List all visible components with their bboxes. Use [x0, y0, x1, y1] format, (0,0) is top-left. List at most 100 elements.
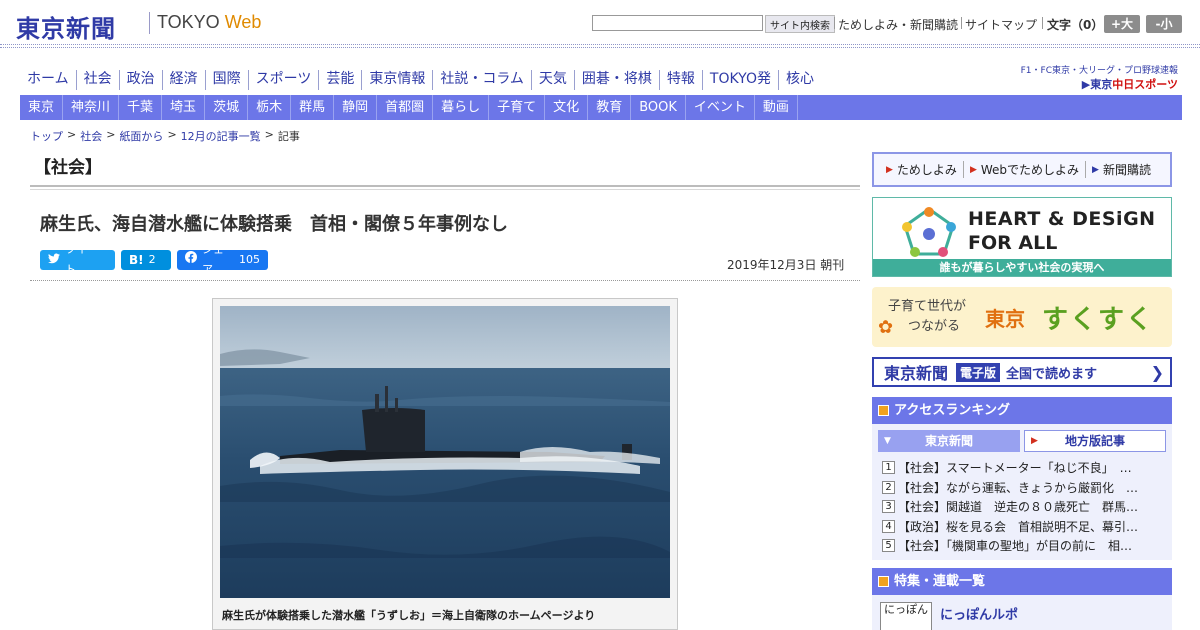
breadcrumb-current: 記事: [277, 130, 300, 143]
font-larger-button[interactable]: +大: [1104, 15, 1140, 33]
hatena-bookmark-button[interactable]: B! 2: [121, 250, 171, 270]
tokyo-web-logo[interactable]: TOKYO Web: [157, 12, 261, 33]
heart-design-logo-icon: [902, 207, 956, 257]
nav-tokyo-info[interactable]: 東京情報: [361, 70, 432, 90]
publish-date: 2019年12月3日 朝刊: [727, 258, 845, 272]
site-logo[interactable]: 東京新聞: [16, 9, 116, 44]
nav-go-shogi[interactable]: 囲碁・将棋: [573, 70, 659, 90]
breadcrumb-december-list[interactable]: 12月の記事一覧: [181, 128, 261, 144]
breadcrumb-separator: >: [167, 128, 177, 141]
region-video[interactable]: 動画: [755, 95, 798, 120]
region-book[interactable]: BOOK: [631, 95, 686, 120]
site-search-button[interactable]: サイト内検索: [765, 15, 835, 33]
chunichi-sports-link[interactable]: F1・FC東京・大リーグ・プロ野球速報 ▶東京中日スポーツ: [1018, 63, 1178, 91]
sukusuku-subtitle: 子育て世代が: [888, 299, 967, 314]
breadcrumb-society[interactable]: 社会: [80, 128, 102, 144]
region-kosodate[interactable]: 子育て: [489, 95, 546, 120]
nav-international[interactable]: 国際: [204, 70, 248, 90]
sidebar-link-trial[interactable]: ▶ ためしよみ: [880, 161, 964, 178]
features-series-title: 特集・連載一覧: [894, 574, 986, 589]
nav-politics[interactable]: 政治: [118, 70, 162, 90]
region-kurashi[interactable]: 暮らし: [433, 95, 490, 120]
ranking-item-text: 【社会】スマートメーター「ねじ不良」 …: [898, 461, 1132, 476]
ranking-tab-tokyo[interactable]: ▼ 東京新聞: [878, 430, 1020, 452]
sports-ad-subtitle: F1・FC東京・大リーグ・プロ野球速報: [1020, 66, 1178, 76]
nav-society[interactable]: 社会: [75, 70, 119, 90]
region-saitama[interactable]: 埼玉: [162, 95, 206, 120]
ranking-item[interactable]: 3 【社会】関越道 逆走の８０歳死亡 群馬…: [882, 497, 1166, 517]
breadcrumb-separator: >: [264, 128, 274, 141]
submarine-photo[interactable]: [220, 306, 670, 598]
ranking-item[interactable]: 5 【社会】「機関車の聖地」が目の前に 相…: [882, 536, 1166, 556]
region-chiba[interactable]: 千葉: [119, 95, 163, 120]
features-series-header: 特集・連載一覧: [872, 568, 1172, 595]
logo-en-web: Web: [224, 12, 262, 32]
article-title: 麻生氏、海自潜水艦に体験搭乗 首相・閣僚５年事例なし: [40, 214, 508, 235]
sidebar-link-web-trial[interactable]: ▶ Webでためしよみ: [964, 161, 1087, 178]
region-kyoiku[interactable]: 教育: [588, 95, 632, 120]
region-tokyo[interactable]: 東京: [20, 95, 64, 120]
rank-number: 1: [882, 461, 895, 475]
ranking-item[interactable]: 2 【社会】ながら運転、きょうから厳罰化 …: [882, 478, 1166, 498]
sidebar-subscribe-links: ▶ ためしよみ ▶ Webでためしよみ ▶ 新聞購読: [872, 152, 1172, 187]
sidebar-link-subscribe[interactable]: ▶ 新聞購読: [1086, 161, 1157, 178]
triangle-right-icon: ▶: [1092, 164, 1099, 175]
font-smaller-button[interactable]: -小: [1146, 15, 1182, 33]
breadcrumb-from-paper[interactable]: 紙面から: [119, 128, 163, 144]
article-dotted-rule: [30, 280, 860, 281]
nav-tokyo-hatsu[interactable]: TOKYO発: [701, 70, 778, 90]
heart-design-banner[interactable]: HEART & DESiGN FOR ALL 誰もが暮らしやすい社会の実現へ: [872, 197, 1172, 277]
ranking-item-text: 【社会】関越道 逆走の８０歳死亡 群馬…: [898, 500, 1139, 515]
nippon-rupo-thumbnail[interactable]: にっぽん: [880, 602, 932, 630]
digital-edition-badge: 電子版: [956, 362, 1001, 382]
breadcrumb-top[interactable]: トップ: [30, 128, 63, 144]
tweet-label: ツイート: [65, 243, 98, 276]
ranking-item[interactable]: 1 【社会】スマートメーター「ねじ不良」 …: [882, 458, 1166, 478]
facebook-share-button[interactable]: シェア 105: [177, 243, 268, 276]
nav-economy[interactable]: 経済: [161, 70, 205, 90]
region-shutoken[interactable]: 首都圏: [377, 95, 434, 120]
nav-home[interactable]: ホーム: [20, 70, 76, 90]
breadcrumb-separator: >: [106, 128, 116, 141]
region-nav: 東京 神奈川 千葉 埼玉 茨城 栃木 群馬 静岡 首都圏 暮らし 子育て 文化 …: [20, 95, 1182, 120]
region-gunma[interactable]: 群馬: [291, 95, 335, 120]
orange-square-icon: [878, 576, 889, 587]
twitter-bird-icon: [48, 250, 60, 270]
region-ibaraki[interactable]: 茨城: [205, 95, 249, 120]
heart-design-tagline: 誰もが暮らしやすい社会の実現へ: [873, 259, 1171, 276]
nav-editorial-column[interactable]: 社説・コラム: [432, 70, 531, 90]
sitemap-link[interactable]: サイトマップ: [965, 16, 1037, 33]
search-input[interactable]: [592, 15, 763, 31]
sports-ad-prefix: ▶東京: [1081, 78, 1113, 91]
rank-number: 2: [882, 480, 895, 494]
region-tochigi[interactable]: 栃木: [248, 95, 292, 120]
region-bunka[interactable]: 文化: [545, 95, 589, 120]
region-shizuoka[interactable]: 静岡: [334, 95, 378, 120]
access-ranking-header: アクセスランキング: [872, 397, 1172, 424]
font-size-label: 文字（0）: [1047, 18, 1104, 32]
nav-tokuho[interactable]: 特報: [658, 70, 702, 90]
header-divider: [1042, 17, 1043, 29]
digital-edition-banner[interactable]: 東京新聞 電子版 全国で読めます ❯: [872, 357, 1172, 387]
features-series-box: 特集・連載一覧 にっぽん にっぽんルポ: [872, 568, 1172, 630]
tweet-button[interactable]: ツイート: [40, 243, 115, 276]
facebook-share-label: シェア: [202, 243, 224, 276]
nav-entertainment[interactable]: 芸能: [318, 70, 361, 90]
nav-sports[interactable]: スポーツ: [247, 70, 319, 90]
region-event[interactable]: イベント: [686, 95, 755, 120]
sidebar-link-label: Webでためしよみ: [980, 163, 1080, 177]
logo-divider: [149, 12, 150, 34]
access-ranking-box: アクセスランキング ▼ 東京新聞 ▶ 地方版記事 1 【社会】スマートメーター「ねじ不…: [872, 397, 1172, 560]
main-nav: ホーム 社会 政治 経済 国際 スポーツ 芸能 東京情報 社説・コラム 天気 囲…: [20, 70, 821, 90]
tokyo-sukusuku-banner[interactable]: 子育て世代が つながる ✿ 東京 すくすく: [872, 287, 1172, 347]
nav-weather[interactable]: 天気: [530, 70, 574, 90]
ranking-item-text: 【政治】桜を見る会 首相説明不足、幕引…: [898, 519, 1139, 534]
nav-kakushin[interactable]: 核心: [777, 70, 821, 90]
ranking-tab-local-label: 地方版記事: [1064, 434, 1125, 448]
nippon-rupo-link[interactable]: にっぽんルポ: [940, 604, 1018, 623]
rank-number: 4: [882, 519, 895, 533]
trial-subscribe-link[interactable]: ためしよみ・新聞購読: [838, 16, 958, 33]
ranking-tab-local[interactable]: ▶ 地方版記事: [1024, 430, 1166, 452]
region-kanagawa[interactable]: 神奈川: [63, 95, 120, 120]
ranking-item[interactable]: 4 【政治】桜を見る会 首相説明不足、幕引…: [882, 517, 1166, 537]
